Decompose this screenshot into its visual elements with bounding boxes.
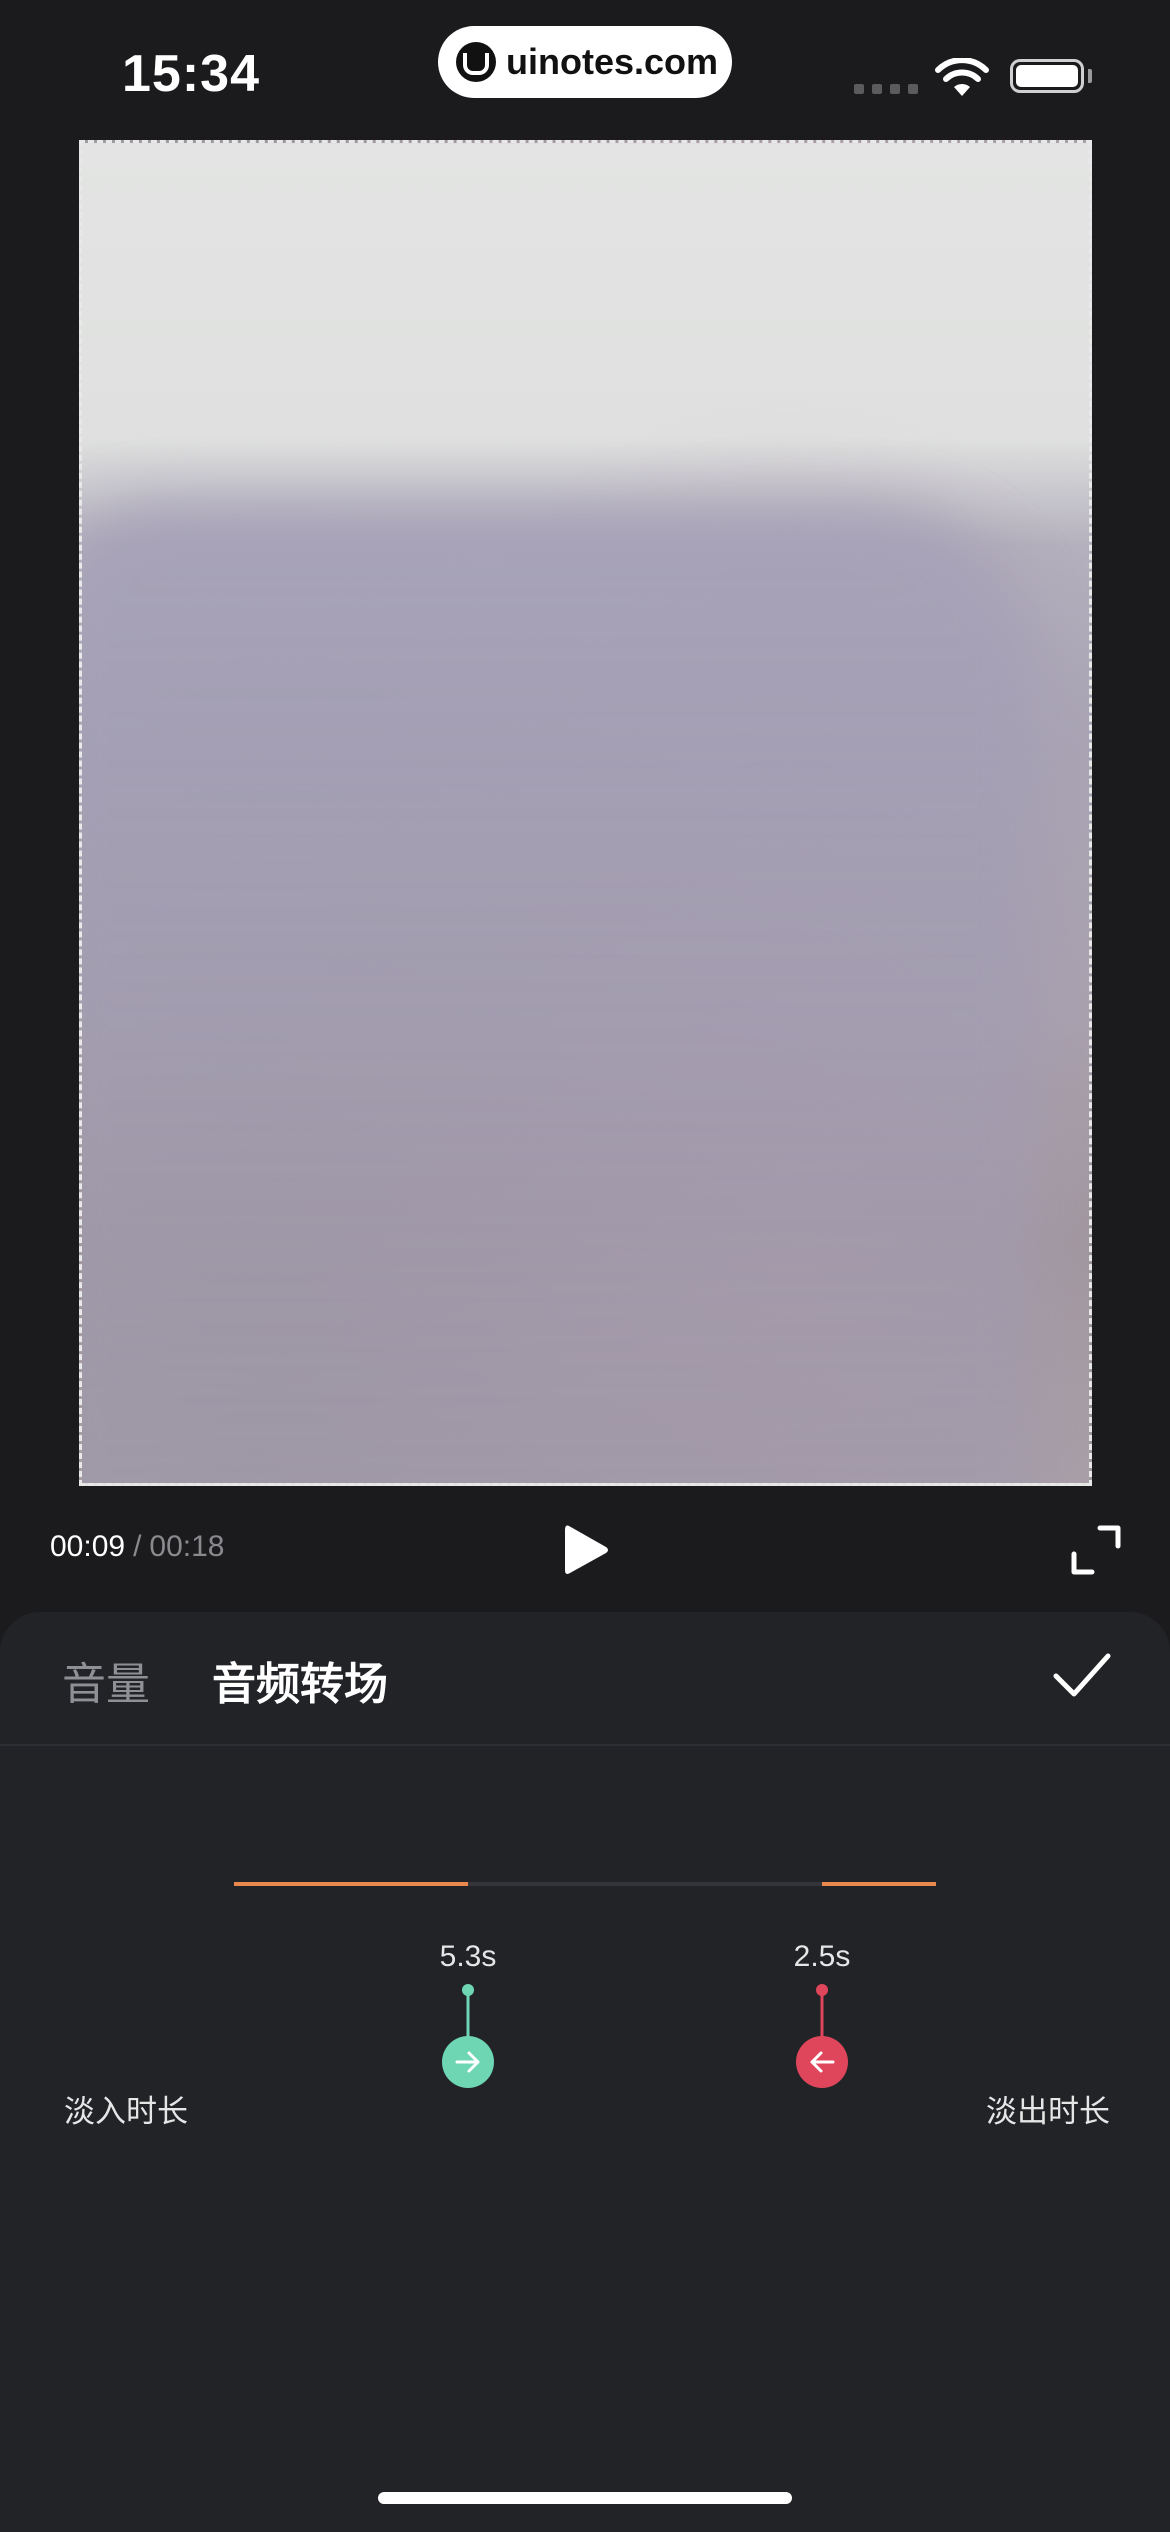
fade-out-fill <box>822 1882 936 1886</box>
play-icon <box>565 1525 608 1574</box>
video-frame-content <box>82 503 1042 1483</box>
home-indicator[interactable] <box>378 2492 792 2504</box>
fade-in-value: 5.3s <box>439 1940 497 1973</box>
battery-cap <box>1088 69 1092 83</box>
watermark-badge: uinotes.com <box>438 26 732 98</box>
wifi-icon <box>935 58 989 96</box>
battery-icon <box>1010 59 1084 93</box>
audio-edit-panel: 音量 音频转场 淡入时长 淡出时长 <box>0 1612 1170 2532</box>
time-separator: / <box>133 1530 142 1563</box>
uinotes-logo-icon <box>456 42 496 82</box>
arrow-right-icon <box>455 2051 480 2073</box>
status-time: 15:34 <box>122 45 260 103</box>
arrow-left-icon <box>810 2051 835 2073</box>
app-screen: 15:34 uinotes.com 00:09/00:18 音量 音频转场 淡入… <box>0 0 1170 2532</box>
tab-volume[interactable]: 音量 <box>62 1648 150 1712</box>
fade-in-handle[interactable] <box>442 2036 494 2088</box>
current-time: 00:09 <box>50 1530 126 1563</box>
total-time: 00:18 <box>149 1530 225 1563</box>
fade-out-label: 淡出时长 <box>986 2094 1110 2130</box>
confirm-check-icon[interactable] <box>1052 1650 1112 1700</box>
status-bar: 15:34 uinotes.com <box>0 0 1170 140</box>
video-preview[interactable] <box>79 140 1092 1486</box>
fade-in-fill <box>234 1882 468 1886</box>
play-button[interactable] <box>556 1520 616 1580</box>
panel-tabs: 音量 音频转场 <box>0 1612 1170 1746</box>
fade-in-handle-stem <box>466 1990 470 2040</box>
fullscreen-icon[interactable] <box>1070 1524 1122 1576</box>
playback-time: 00:09/00:18 <box>50 1530 225 1564</box>
fade-in-label: 淡入时长 <box>64 2094 188 2130</box>
tab-audio-transition[interactable]: 音频转场 <box>212 1648 388 1712</box>
fade-out-handle[interactable] <box>796 2036 848 2088</box>
fade-out-handle-stem <box>820 1990 824 2040</box>
cellular-signal-icon <box>854 84 918 94</box>
fade-out-value: 2.5s <box>793 1940 851 1973</box>
fade-duration-row: 淡入时长 淡出时长 <box>0 1746 1170 2146</box>
watermark-text: uinotes.com <box>506 41 719 82</box>
